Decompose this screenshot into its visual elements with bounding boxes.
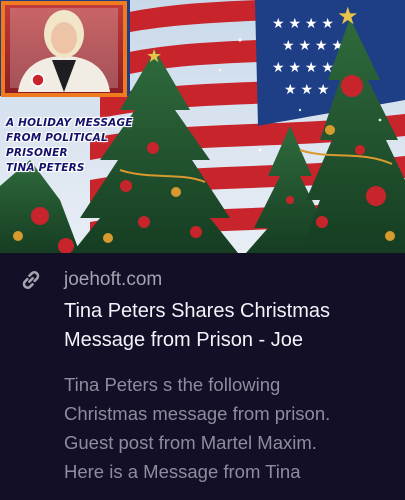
caption-line: A HOLIDAY MESSAGE: [6, 117, 133, 129]
article-title[interactable]: Tina Peters Shares Christmas Message fro…: [64, 297, 394, 355]
preview-image[interactable]: ★ ★ ★ ★ ★ ★ ★ ★ ★ ★ ★ ★ ★ ★ ★ ★ ★ A HOLI…: [0, 0, 405, 253]
excerpt-line: Guest post from Martel Maxim.: [64, 432, 317, 453]
image-caption: A HOLIDAY MESSAGE FROM POLITICAL PRISONE…: [6, 116, 146, 176]
link-preview-card[interactable]: ★ ★ ★ ★ ★ ★ ★ ★ ★ ★ ★ ★ ★ ★ ★ ★ ★ A HOLI…: [0, 0, 405, 500]
caption-line: PRISONER: [6, 147, 68, 159]
svg-text:★ ★ ★: ★ ★ ★: [284, 81, 329, 97]
excerpt-line: Here is a Message from Tina: [64, 461, 301, 482]
svg-text:★ ★ ★ ★: ★ ★ ★ ★: [272, 15, 334, 31]
link-icon: [18, 267, 44, 293]
excerpt-line: Christmas message from prison.: [64, 403, 331, 424]
svg-text:★: ★: [146, 46, 162, 66]
svg-text:★ ★ ★ ★: ★ ★ ★ ★: [282, 37, 344, 53]
title-line[interactable]: Message from Prison - Joe: [64, 326, 394, 355]
preview-meta: joehoft.com Tina Peters Shares Christmas…: [0, 253, 405, 500]
title-line[interactable]: Tina Peters Shares Christmas: [64, 297, 394, 326]
caption-line: FROM POLITICAL: [6, 132, 108, 144]
svg-text:★ ★ ★ ★: ★ ★ ★ ★: [272, 59, 334, 75]
excerpt-line: Tina Peters s the following: [64, 374, 281, 395]
source-row[interactable]: joehoft.com: [18, 267, 162, 293]
article-excerpt: Tina Peters s the following Christmas me…: [64, 370, 399, 486]
svg-text:★: ★: [337, 3, 359, 30]
caption-line: TINA PETERS: [6, 162, 85, 174]
source-domain[interactable]: joehoft.com: [64, 269, 162, 291]
